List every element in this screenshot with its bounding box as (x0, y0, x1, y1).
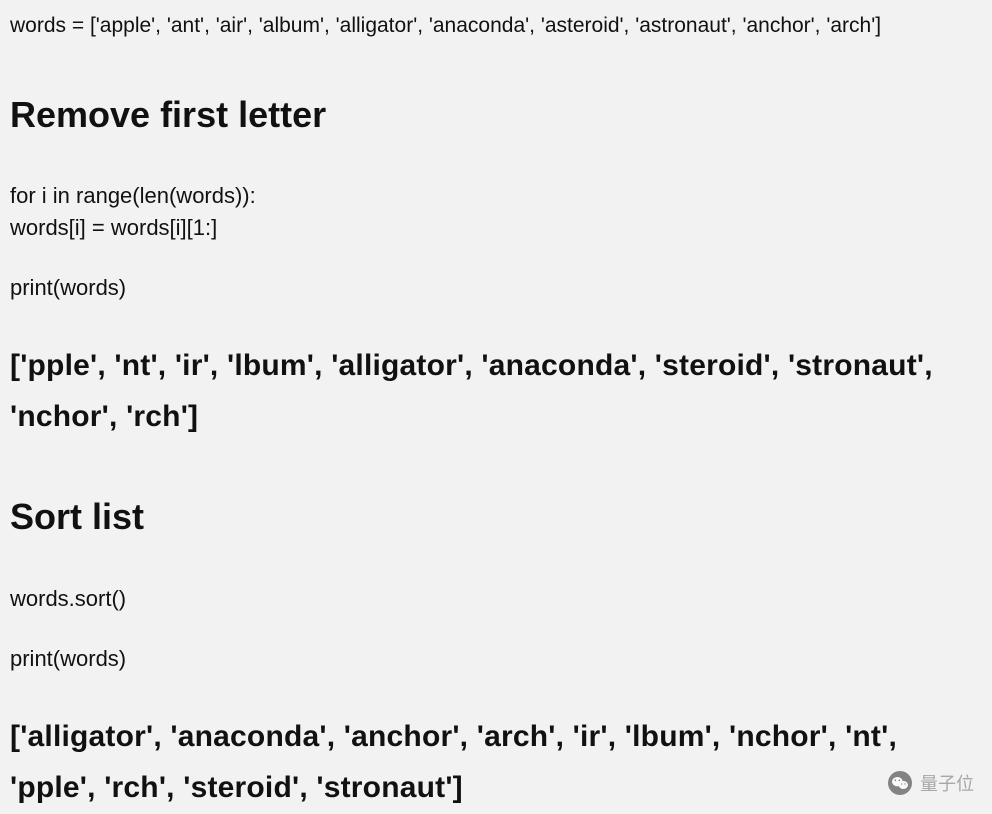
code-line-print-1: print(words) (10, 272, 982, 304)
code-block-2: words.sort() print(words) (10, 583, 982, 675)
code-line-slice: words[i] = words[i][1:] (10, 212, 982, 244)
code-line-print-2: print(words) (10, 643, 982, 675)
code-line-for-loop: for i in range(len(words)): (10, 180, 982, 212)
sort-list-heading: Sort list (10, 494, 982, 541)
output-after-sort: ['alligator', 'anaconda', 'anchor', 'arc… (10, 711, 982, 813)
wechat-icon (888, 771, 912, 795)
remove-first-letter-heading: Remove first letter (10, 92, 982, 139)
code-block-1: for i in range(len(words)): words[i] = w… (10, 180, 982, 304)
words-definition: words = ['apple', 'ant', 'air', 'album',… (10, 10, 982, 42)
code-line-sort: words.sort() (10, 583, 982, 615)
output-after-remove: ['pple', 'nt', 'ir', 'lbum', 'alligator'… (10, 340, 982, 442)
watermark-text: 量子位 (920, 770, 974, 796)
watermark: 量子位 (888, 770, 974, 796)
